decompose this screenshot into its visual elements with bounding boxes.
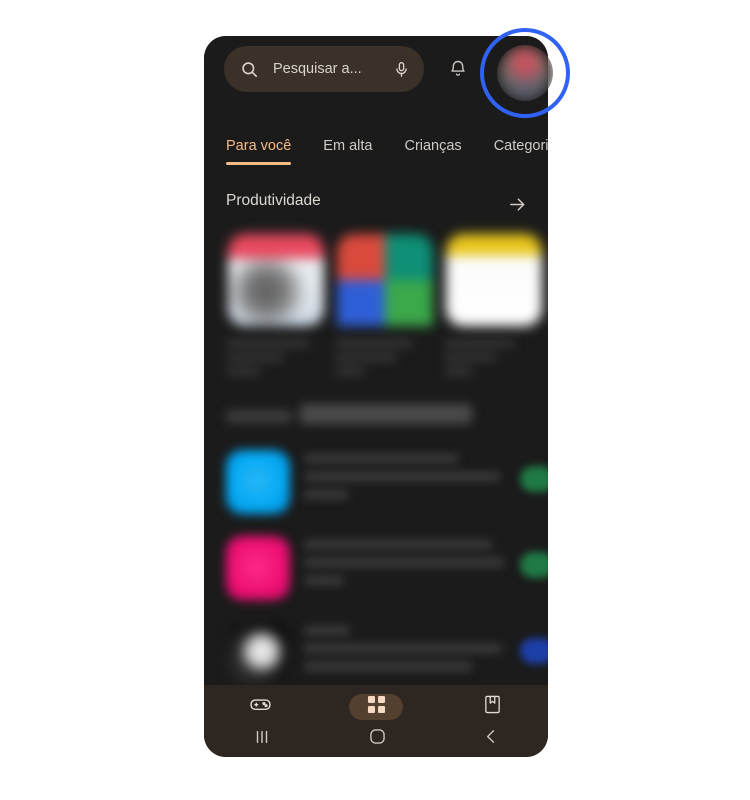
search-icon xyxy=(240,60,259,79)
app-info xyxy=(304,454,538,508)
tab-label: Para você xyxy=(226,138,292,154)
phone-screen: Pesquisar a... Para você Em alta Criança… xyxy=(204,36,548,757)
tab-para-voce[interactable]: Para você xyxy=(226,138,292,165)
account-avatar[interactable] xyxy=(497,45,553,101)
avatar-image xyxy=(497,45,553,101)
promo-header xyxy=(204,396,548,440)
list-item[interactable] xyxy=(204,612,548,685)
bookmark-book-icon xyxy=(482,693,503,721)
gamepad-icon xyxy=(249,693,272,721)
content-scroll-area[interactable]: Produtividade xyxy=(204,178,548,685)
tab-em-alta[interactable]: Em alta xyxy=(323,138,372,165)
tab-strip: Para você Em alta Crianças Categorias xyxy=(204,138,548,178)
search-bar[interactable]: Pesquisar a... xyxy=(224,46,424,92)
recents-icon[interactable] xyxy=(251,728,273,751)
microphone-icon[interactable] xyxy=(393,60,410,79)
list-item[interactable] xyxy=(204,440,548,526)
app-info xyxy=(304,540,538,594)
app-tiles-row xyxy=(204,232,548,382)
app-icon xyxy=(226,536,290,600)
section-title: Produtividade xyxy=(226,192,321,209)
list-item[interactable] xyxy=(204,526,548,612)
tab-categorias[interactable]: Categorias xyxy=(494,138,548,165)
install-button[interactable] xyxy=(520,466,548,492)
install-button[interactable] xyxy=(520,638,548,664)
app-tile-3[interactable] xyxy=(444,232,547,382)
app-tile-1[interactable] xyxy=(226,232,329,382)
tab-label: Crianças xyxy=(404,138,462,154)
app-tile-artwork xyxy=(228,233,324,327)
app-tile-artwork xyxy=(446,233,542,327)
arrow-right-icon[interactable] xyxy=(507,194,528,215)
app-tile-label xyxy=(335,340,438,375)
app-list xyxy=(204,396,548,685)
app-tile-artwork xyxy=(337,233,433,327)
tab-criancas[interactable]: Crianças xyxy=(404,138,461,165)
system-navigation-bar xyxy=(204,721,548,757)
grid-apps-icon xyxy=(367,695,386,719)
app-tile-label xyxy=(444,340,547,375)
search-input-placeholder[interactable]: Pesquisar a... xyxy=(273,61,393,77)
bell-icon[interactable] xyxy=(448,58,468,80)
app-icon xyxy=(226,622,290,685)
home-icon[interactable] xyxy=(368,727,387,751)
app-tile-label xyxy=(226,340,329,375)
app-header: Pesquisar a... xyxy=(204,36,548,140)
section-header: Produtividade xyxy=(204,186,548,226)
tab-label: Em alta xyxy=(323,138,373,154)
app-tile-2[interactable] xyxy=(335,232,438,382)
app-icon xyxy=(226,450,290,514)
app-info xyxy=(304,626,538,680)
install-button[interactable] xyxy=(520,552,548,578)
tab-label: Categorias xyxy=(493,138,548,154)
back-icon[interactable] xyxy=(482,727,501,751)
